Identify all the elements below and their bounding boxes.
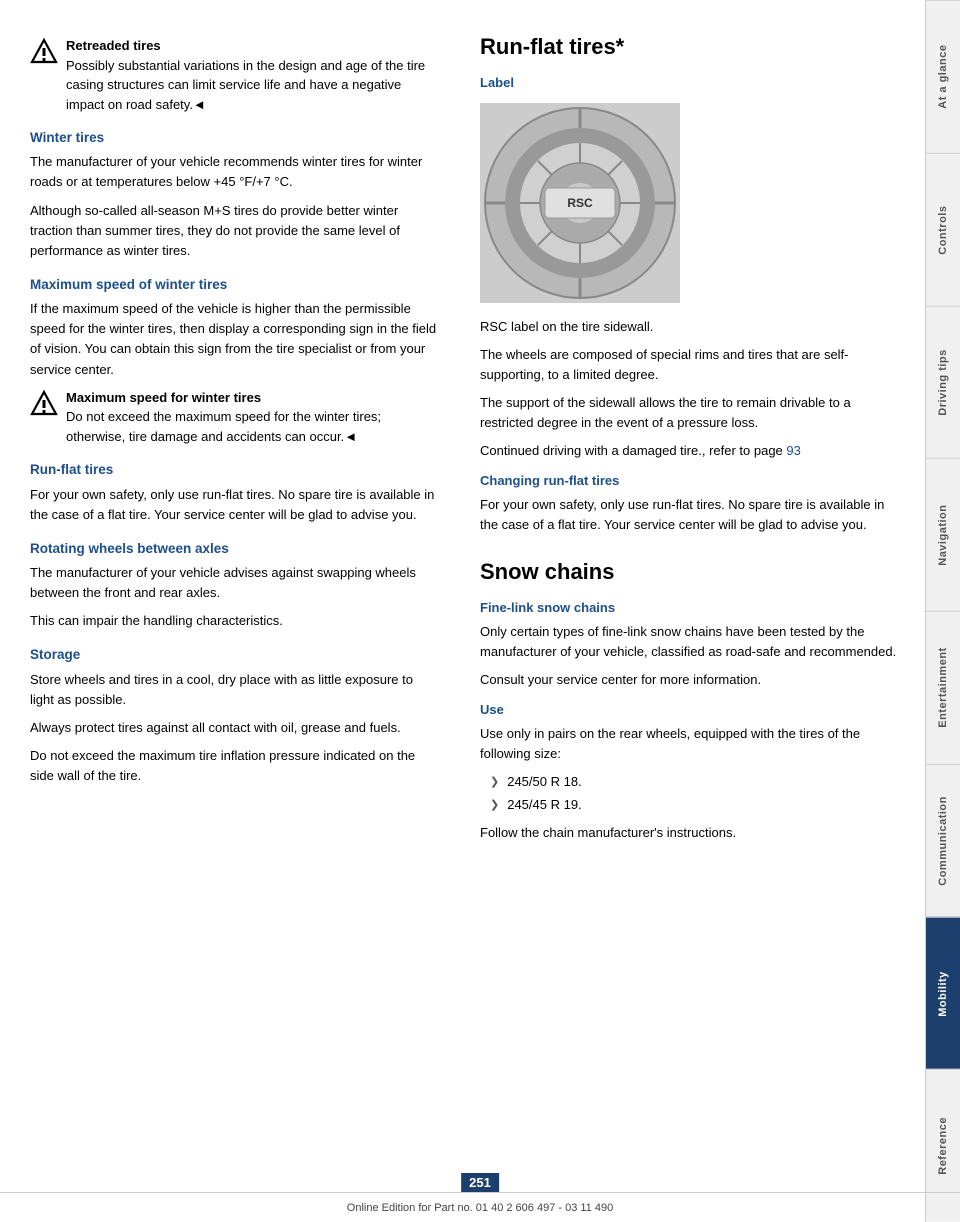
use-para2: Follow the chain manufacturer's instruct… (480, 823, 900, 843)
bullet-arrow-icon-2: ❯ (490, 797, 499, 814)
fine-link-para1: Only certain types of fine-link snow cha… (480, 622, 900, 662)
bullet-item-2: ❯ 245/45 R 19. (480, 795, 900, 815)
label-subheading: Label (480, 73, 900, 93)
bullet-item-1: ❯ 245/50 R 18. (480, 772, 900, 792)
sidebar-item-at-a-glance[interactable]: At a glance (926, 0, 960, 153)
footer-text: Online Edition for Part no. 01 40 2 606 … (347, 1202, 613, 1214)
rotating-para1: The manufacturer of your vehicle advises… (30, 563, 440, 603)
max-speed-heading: Maximum speed of winter tires (30, 275, 440, 295)
storage-para1: Store wheels and tires in a cool, dry pl… (30, 670, 440, 710)
max-speed-para1: If the maximum speed of the vehicle is h… (30, 299, 440, 380)
sidebar-item-navigation[interactable]: Navigation (926, 458, 960, 611)
use-para1: Use only in pairs on the rear wheels, eq… (480, 724, 900, 764)
sidebar: At a glance Controls Driving tips Naviga… (925, 0, 960, 1222)
left-column: Retreaded tires Possibly substantial var… (0, 20, 460, 1182)
warning-retreaded: Retreaded tires Possibly substantial var… (30, 36, 440, 114)
bullet-text-1: 245/50 R 18. (507, 772, 581, 792)
page-footer: Online Edition for Part no. 01 40 2 606 … (0, 1192, 960, 1222)
warning-max-speed-body: Do not exceed the maximum speed for the … (66, 409, 381, 444)
storage-heading: Storage (30, 645, 440, 665)
sidebar-item-mobility[interactable]: Mobility (926, 917, 960, 1070)
winter-tires-para1: The manufacturer of your vehicle recomme… (30, 152, 440, 192)
right-column: Run-flat tires* Label (460, 20, 920, 1182)
warning-retreaded-text: Retreaded tires Possibly substantial var… (66, 36, 440, 114)
storage-para3: Do not exceed the maximum tire inflation… (30, 746, 440, 786)
warning-triangle-icon-2 (30, 390, 58, 418)
sidebar-item-driving-tips[interactable]: Driving tips (926, 306, 960, 459)
fine-link-para2: Consult your service center for more inf… (480, 670, 900, 690)
svg-text:RSC: RSC (567, 196, 593, 210)
warning-retreaded-body: Possibly substantial variations in the d… (66, 58, 425, 112)
run-flat-main-heading: Run-flat tires* (480, 30, 900, 63)
use-heading: Use (480, 700, 900, 720)
fine-link-heading: Fine-link snow chains (480, 598, 900, 618)
label-para1: The wheels are composed of special rims … (480, 345, 900, 385)
tire-label-image: RSC (480, 103, 680, 303)
warning-triangle-icon (30, 38, 58, 66)
rotating-para2: This can impair the handling characteris… (30, 611, 440, 631)
warning-max-speed-title: Maximum speed for winter tires (66, 390, 261, 405)
page-number-area: 251 (461, 1175, 499, 1190)
sidebar-item-communication[interactable]: Communication (926, 764, 960, 917)
storage-para2: Always protect tires against all contact… (30, 718, 440, 738)
warning-max-speed-text: Maximum speed for winter tires Do not ex… (66, 388, 440, 447)
label-para2: The support of the sidewall allows the t… (480, 393, 900, 433)
sidebar-item-entertainment[interactable]: Entertainment (926, 611, 960, 764)
label-caption: RSC label on the tire sidewall. (480, 317, 900, 337)
page-93-link[interactable]: 93 (786, 443, 800, 458)
rotating-heading: Rotating wheels between axles (30, 539, 440, 559)
bullet-arrow-icon-1: ❯ (490, 774, 499, 791)
changing-heading: Changing run-flat tires (480, 471, 900, 491)
snow-chains-heading: Snow chains (480, 555, 900, 588)
run-flat-heading: Run-flat tires (30, 460, 440, 480)
changing-para1: For your own safety, only use run-flat t… (480, 495, 900, 535)
run-flat-para1: For your own safety, only use run-flat t… (30, 485, 440, 525)
winter-tires-para2: Although so-called all-season M+S tires … (30, 201, 440, 261)
warning-retreaded-title: Retreaded tires (66, 38, 161, 53)
page-number: 251 (461, 1173, 499, 1192)
bullet-text-2: 245/45 R 19. (507, 795, 581, 815)
label-para3: Continued driving with a damaged tire., … (480, 441, 900, 461)
warning-max-speed: Maximum speed for winter tires Do not ex… (30, 388, 440, 447)
sidebar-item-controls[interactable]: Controls (926, 153, 960, 306)
winter-tires-heading: Winter tires (30, 128, 440, 148)
